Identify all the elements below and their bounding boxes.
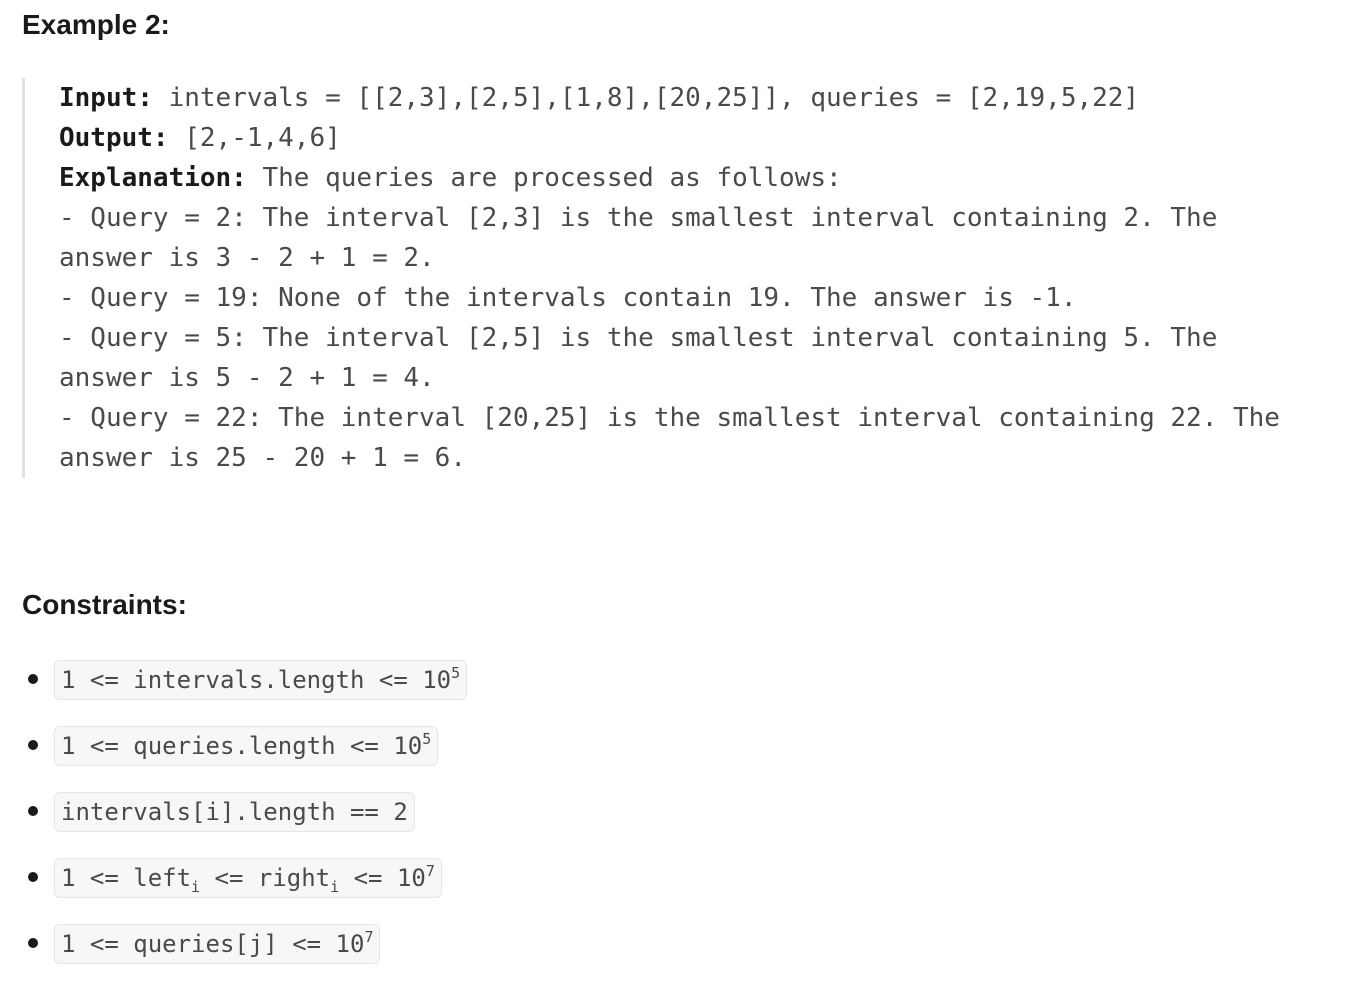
constraint-code: 1 <= lefti <= righti <= 107 <box>54 858 442 898</box>
constraints-list: 1 <= intervals.length <= 105 1 <= querie… <box>0 660 1350 990</box>
constraint-exponent: 7 <box>425 862 435 880</box>
constraint-code: 1 <= queries.length <= 105 <box>54 726 439 766</box>
input-value: intervals = [[2,3],[2,5],[1,8],[20,25]],… <box>152 83 1140 113</box>
constraint-item: 1 <= intervals.length <= 105 <box>0 660 1350 700</box>
constraint-item: 1 <= queries.length <= 105 <box>0 726 1350 766</box>
input-line: Input: intervals = [[2,3],[2,5],[1,8],[2… <box>59 78 1322 118</box>
constraint-exponent: 5 <box>451 664 461 682</box>
constraint-text: <= right <box>200 864 331 892</box>
constraint-subscript: i <box>191 878 201 896</box>
output-label: Output: <box>59 123 169 153</box>
constraint-text: <= 10 <box>339 864 426 892</box>
constraint-exponent: 5 <box>422 730 432 748</box>
constraint-item: 1 <= lefti <= righti <= 107 <box>0 858 1350 898</box>
bullet-icon <box>28 872 38 882</box>
constraints-heading: Constraints: <box>22 589 187 620</box>
constraint-text: 1 <= left <box>61 864 192 892</box>
bullet-icon <box>28 806 38 816</box>
explanation-query-line: - Query = 5: The interval [2,5] is the s… <box>59 323 1234 393</box>
explanation-query-line: - Query = 19: None of the intervals cont… <box>59 283 1077 313</box>
constraint-text: 1 <= queries.length <= 10 <box>61 732 423 760</box>
explanation-query-line: - Query = 22: The interval [20,25] is th… <box>59 403 1296 473</box>
output-line: Output: [2,-1,4,6] <box>59 118 1322 158</box>
constraint-text: 1 <= intervals.length <= 10 <box>61 666 452 694</box>
constraint-code: 1 <= intervals.length <= 105 <box>54 660 468 700</box>
bullet-icon <box>28 674 38 684</box>
constraint-exponent: 7 <box>364 928 374 946</box>
bullet-icon <box>28 740 38 750</box>
explanation-line: Explanation: The queries are processed a… <box>59 158 1322 198</box>
input-label: Input: <box>59 83 153 113</box>
constraint-item: intervals[i].length == 2 <box>0 792 1350 832</box>
constraint-item: 1 <= queries[j] <= 107 <box>0 924 1350 964</box>
explanation-value: The queries are processed as follows: <box>246 163 842 193</box>
explanation-label: Explanation: <box>59 163 247 193</box>
constraint-text: intervals[i].length == 2 <box>61 798 408 826</box>
example-content: Input: intervals = [[2,3],[2,5],[1,8],[2… <box>59 78 1322 478</box>
bullet-icon <box>28 938 38 948</box>
constraint-text: 1 <= queries[j] <= 10 <box>61 930 365 958</box>
example-heading: Example 2: <box>22 9 170 40</box>
explanation-query-line: - Query = 2: The interval [2,3] is the s… <box>59 203 1234 273</box>
constraint-code: intervals[i].length == 2 <box>54 792 415 832</box>
output-value: [2,-1,4,6] <box>168 123 341 153</box>
constraint-subscript: i <box>330 878 340 896</box>
example-block: Input: intervals = [[2,3],[2,5],[1,8],[2… <box>22 78 1322 478</box>
constraint-code: 1 <= queries[j] <= 107 <box>54 924 381 964</box>
